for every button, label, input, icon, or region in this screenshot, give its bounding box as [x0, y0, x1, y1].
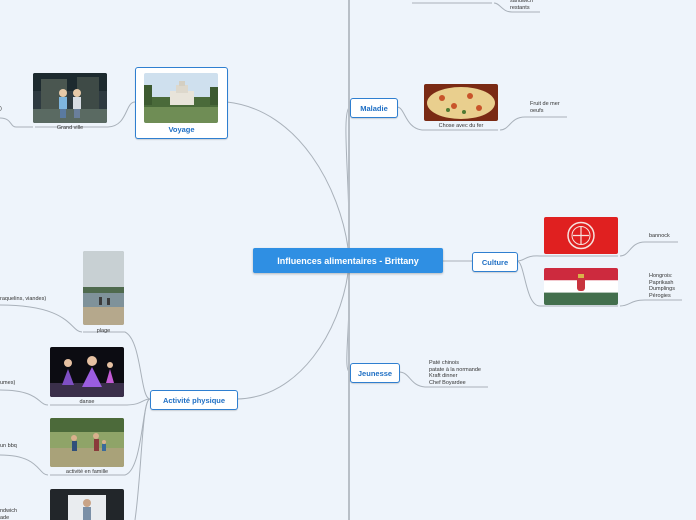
plage-photo[interactable] — [83, 251, 124, 325]
topic-voyage[interactable]: Voyage — [135, 67, 228, 139]
grand-ville-photo[interactable] — [33, 73, 107, 123]
topic-culture-label: Culture — [481, 257, 509, 267]
chose-avec-du-fer-photo[interactable] — [424, 84, 498, 121]
top-cut-line-1: sandwich — [510, 0, 533, 4]
topic-jeunesse[interactable]: Jeunesse — [350, 363, 400, 383]
fourth-activity-cut-line-1: ndwich — [0, 508, 18, 514]
plage-caption: plage — [96, 328, 111, 334]
fourth-activity-cut-note: ndwich ade — [0, 508, 17, 520]
voyage-cut-note: ) — [0, 106, 2, 112]
danse-photo[interactable] — [50, 347, 124, 397]
jeunesse-note: Paté chinois patate à la normande Kraft … — [429, 360, 481, 386]
central-topic-title: Influences alimentaires - Brittany — [277, 255, 419, 266]
fourth-activity-photo[interactable] — [50, 489, 124, 520]
topic-maladie-label: Maladie — [360, 103, 388, 113]
topic-jeunesse-label: Jeunesse — [357, 368, 393, 378]
activite-famille-photo[interactable] — [50, 418, 124, 467]
top-cut-line-2: restants — [510, 4, 530, 11]
red-flag-image[interactable] — [544, 217, 618, 254]
maladie-note: Fruit de mer oeufs — [530, 101, 560, 114]
culture-note-1: bannock — [649, 233, 670, 239]
activite-famille-cut-note: un bbq — [0, 443, 17, 449]
jeunesse-note-line-4: Chef Boyardee — [429, 379, 466, 386]
mind-map-canvas: Influences alimentaires - Brittany Voyag… — [0, 0, 696, 520]
jeunesse-note-line-3: Kraft dinner — [429, 373, 458, 380]
chose-avec-du-fer-caption: Chose avec du fer — [438, 123, 484, 129]
topic-maladie[interactable]: Maladie — [350, 98, 398, 118]
culture-note-2-line-4: Pérogies — [649, 292, 671, 299]
topic-activite-physique[interactable]: Activité physique — [150, 390, 238, 410]
topic-voyage-label: Voyage — [168, 125, 195, 134]
topic-culture[interactable]: Culture — [472, 252, 518, 272]
grand-ville-caption: Grand ville — [56, 125, 84, 131]
jeunesse-note-line-2: patate à la normande — [429, 366, 481, 373]
maladie-note-line-1: Fruit de mer — [530, 101, 560, 107]
plage-cut-note: raquelins, viandes) — [0, 296, 47, 302]
fourth-activity-cut-line-2: ade — [0, 514, 10, 520]
culture-note-2: Hongrois: Paprikash Dumplings Pérogies — [649, 273, 675, 299]
culture-note-2-line-1: Hongrois: — [649, 273, 673, 279]
central-topic[interactable]: Influences alimentaires - Brittany — [253, 248, 443, 273]
top-cut-note: sandwich restants — [510, 0, 533, 11]
maladie-note-line-2: oeufs — [530, 107, 544, 114]
topic-activite-label: Activité physique — [162, 395, 226, 405]
culture-note-2-line-3: Dumplings — [649, 286, 675, 293]
danse-cut-note: umes) — [0, 380, 16, 386]
voyage-photo — [144, 73, 218, 123]
danse-caption: danse — [79, 399, 95, 405]
activite-famille-caption: activité en famille — [65, 469, 109, 475]
culture-note-2-line-2: Paprikash — [649, 279, 674, 286]
jeunesse-note-line-1: Paté chinois — [429, 360, 459, 366]
hungary-flag-image[interactable] — [544, 268, 618, 305]
